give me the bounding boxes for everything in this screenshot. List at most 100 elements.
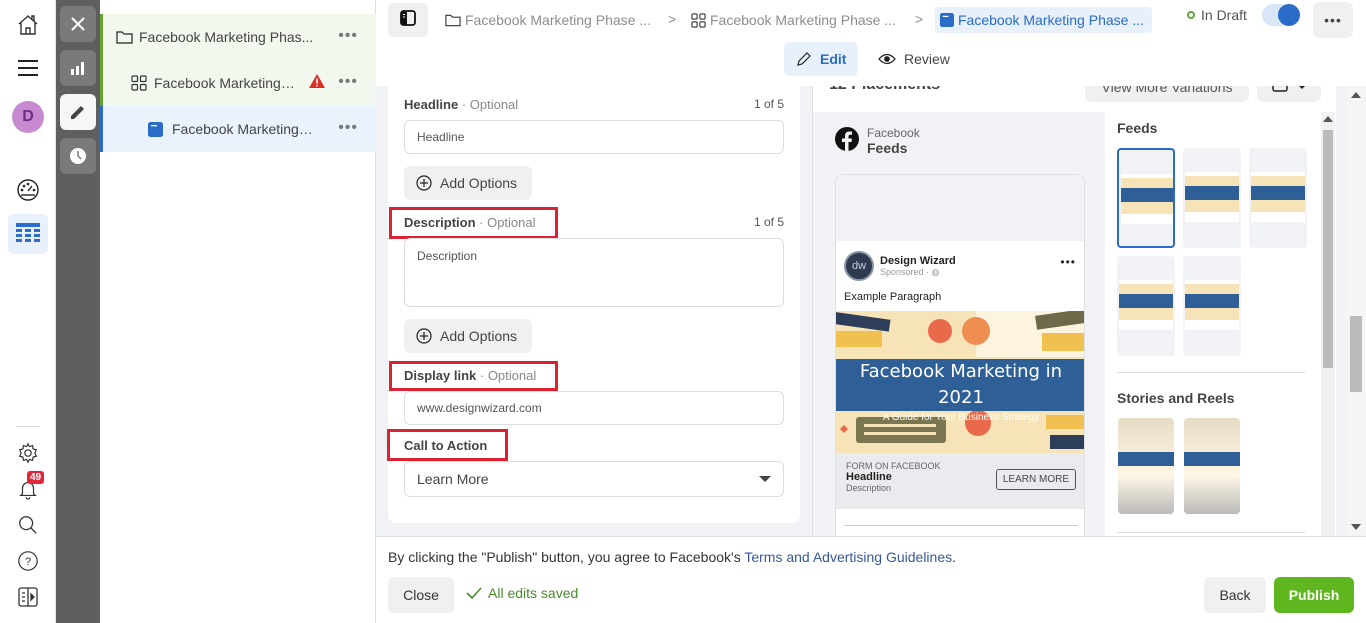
more-options-icon[interactable]: ••• xyxy=(338,74,358,90)
placement-preview: Facebook Feeds dw Design Wizard Sponsore… xyxy=(813,112,1105,536)
content-scrollbar[interactable] xyxy=(1346,86,1366,536)
placement-thumb-story-2[interactable] xyxy=(1184,418,1240,514)
back-button[interactable]: Back xyxy=(1204,577,1266,613)
placement-thumb-feed-3[interactable] xyxy=(1249,148,1307,248)
ad-image-title: Facebook Marketing in 2021 xyxy=(859,361,1063,408)
ad-mockup-top xyxy=(836,175,1084,241)
breadcrumb-ad-set[interactable]: Facebook Marketing Phase ... xyxy=(691,7,896,33)
placement-header: Facebook Feeds xyxy=(835,126,920,156)
tree-item-label: Facebook Marketing Phas... xyxy=(139,29,314,45)
tree-item-campaign[interactable]: Facebook Marketing Phas... ••• xyxy=(100,14,376,60)
placement-thumb-feed-1[interactable] xyxy=(1117,148,1175,248)
chevron-down-icon xyxy=(759,476,771,482)
description-counter: 1 of 5 xyxy=(753,215,784,229)
placement-thumb-feed-2[interactable] xyxy=(1183,148,1241,248)
menu-icon[interactable] xyxy=(8,48,48,88)
more-options-button[interactable]: ••• xyxy=(1313,2,1353,38)
placement-list-scrollbar[interactable] xyxy=(1321,112,1335,536)
search-icon[interactable] xyxy=(8,505,48,545)
analytics-icon[interactable] xyxy=(60,50,96,86)
placement-thumb-story-1[interactable] xyxy=(1118,418,1174,514)
scroll-down-icon[interactable] xyxy=(1351,524,1361,530)
dashboard-gauge-icon[interactable] xyxy=(8,170,48,210)
display-link-input[interactable]: www.designwizard.com xyxy=(404,391,784,425)
breadcrumb-ad[interactable]: Facebook Marketing Phase ... xyxy=(935,7,1152,33)
plus-circle-icon xyxy=(416,328,432,344)
facebook-logo-icon xyxy=(835,126,859,156)
breadcrumb-campaign[interactable]: Facebook Marketing Phase ... xyxy=(445,7,651,33)
breadcrumb-separator-icon: > xyxy=(668,11,677,27)
headline-add-options-button[interactable]: Add Options xyxy=(404,166,532,200)
more-options-icon: ••• xyxy=(1324,12,1342,28)
globe-icon: ◍ xyxy=(931,266,940,277)
settings-gear-icon[interactable] xyxy=(8,433,48,473)
scrollbar-thumb[interactable] xyxy=(1323,130,1333,368)
ad-cta-button: LEARN MORE xyxy=(995,469,1076,490)
tab-edit[interactable]: Edit xyxy=(784,42,859,76)
history-clock-icon[interactable] xyxy=(60,138,96,174)
breadcrumb-label: Facebook Marketing Phase ... xyxy=(465,12,651,28)
description-add-options-button[interactable]: Add Options xyxy=(404,319,532,353)
ad-set-grid-icon xyxy=(130,74,148,92)
plus-circle-icon xyxy=(416,175,432,191)
ad-divider xyxy=(844,525,1078,526)
tree-item-ad[interactable]: Facebook Marketing ... ••• xyxy=(100,106,376,152)
description-textarea[interactable]: Description xyxy=(404,238,784,307)
breadcrumb-separator-icon: > xyxy=(915,11,924,27)
tab-label: Review xyxy=(904,51,950,67)
device-frame-icon xyxy=(1272,86,1288,97)
headline-counter: 1 of 5 xyxy=(753,97,784,111)
tree-item-ad-set[interactable]: Facebook Marketing ... ••• xyxy=(100,60,376,106)
help-icon[interactable]: ? xyxy=(8,541,48,581)
scroll-up-icon[interactable] xyxy=(1351,92,1361,98)
placement-thumb-feed-5[interactable] xyxy=(1183,256,1241,356)
brand-logo: dw xyxy=(844,251,874,281)
status-dot-icon xyxy=(1187,11,1195,19)
headline-input[interactable]: Headline xyxy=(404,120,784,154)
cta-select[interactable]: Learn More xyxy=(404,461,784,497)
tab-review[interactable]: Review xyxy=(866,42,962,76)
publish-button[interactable]: Publish xyxy=(1274,577,1354,613)
avatar[interactable]: D xyxy=(8,97,48,137)
stories-section-title: Stories and Reels xyxy=(1117,390,1235,406)
table-grid-icon[interactable] xyxy=(8,214,48,254)
toggle-panel-button[interactable] xyxy=(388,3,428,37)
display-link-label: Display link · Optional xyxy=(404,368,537,383)
placement-thumb-feed-4[interactable] xyxy=(1117,256,1175,356)
publish-toggle[interactable] xyxy=(1262,4,1300,26)
ad-set-grid-icon xyxy=(691,12,706,28)
notification-bell-icon[interactable]: 49 xyxy=(8,469,48,509)
view-more-variations-button[interactable]: View More Variations xyxy=(1085,86,1249,102)
notification-count-badge: 49 xyxy=(27,471,45,484)
eye-icon xyxy=(878,53,896,65)
home-icon[interactable] xyxy=(8,5,48,45)
ad-creative-form: Headline · Optional 1 of 5 Headline Add … xyxy=(387,86,800,523)
scroll-up-icon[interactable] xyxy=(1323,116,1333,122)
close-icon[interactable] xyxy=(60,6,96,42)
tool-column xyxy=(56,0,100,623)
folder-icon xyxy=(445,13,461,27)
device-select-button[interactable] xyxy=(1257,86,1321,102)
campaign-tree: Facebook Marketing Phas... ••• Facebook … xyxy=(100,0,376,623)
editor-footer: By clicking the "Publish" button, you ag… xyxy=(376,536,1366,623)
feeds-section-title: Feeds xyxy=(1117,120,1158,136)
checkmark-icon xyxy=(466,587,482,599)
cta-value: Learn More xyxy=(417,471,489,487)
edit-pencil-icon[interactable] xyxy=(60,94,96,130)
ad-image-banner: Facebook Marketing in 2021 A Guide for Y… xyxy=(836,359,1084,423)
more-options-icon[interactable]: ••• xyxy=(338,28,358,44)
pencil-icon xyxy=(796,51,812,67)
terms-link[interactable]: Terms and Advertising Guidelines xyxy=(744,549,952,565)
tree-group: Facebook Marketing Phas... ••• Facebook … xyxy=(100,14,376,152)
editor-content: Headline · Optional 1 of 5 Headline Add … xyxy=(376,86,1366,536)
collapse-panel-icon[interactable] xyxy=(8,577,48,617)
description-label: Description · Optional xyxy=(404,215,536,230)
sidebar-panel-icon xyxy=(400,9,416,31)
status-label: In Draft xyxy=(1201,7,1247,23)
close-button[interactable]: Close xyxy=(388,577,454,613)
placement-label: Feeds xyxy=(867,140,908,156)
ad-paragraph: Example Paragraph xyxy=(844,291,942,303)
scrollbar-thumb[interactable] xyxy=(1350,316,1362,392)
more-options-icon[interactable]: ••• xyxy=(338,120,358,136)
avatar-initial: D xyxy=(12,101,44,133)
